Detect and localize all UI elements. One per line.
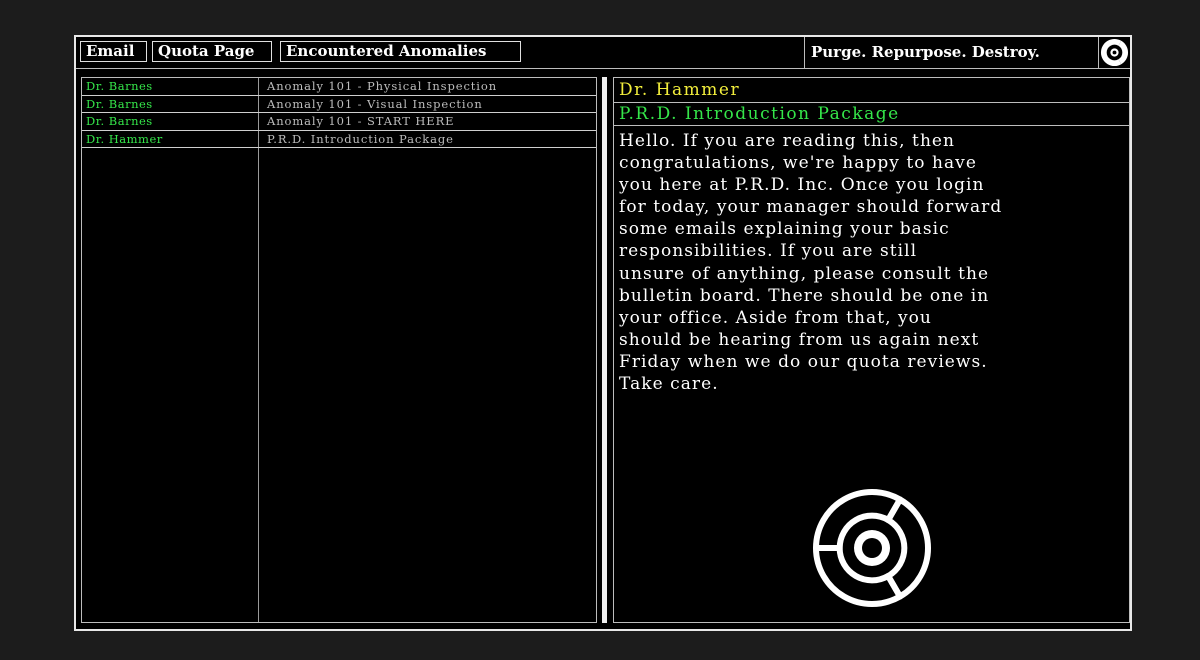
email-sender: Dr. Barnes <box>86 96 153 111</box>
tab-encountered-anomalies[interactable]: Encountered Anomalies <box>280 41 521 62</box>
message-subject: P.R.D. Introduction Package <box>614 103 1129 126</box>
email-subject: Anomaly 101 - Physical Inspection <box>267 79 498 93</box>
message-body: Hello. If you are reading this, then con… <box>619 131 1003 395</box>
message-panel: Dr. Hammer P.R.D. Introduction Package H… <box>613 77 1130 623</box>
message-from: Dr. Hammer <box>614 78 1129 103</box>
tab-email[interactable]: Email <box>80 41 147 62</box>
email-row[interactable]: Dr. Barnes Anomaly 101 - Physical Inspec… <box>82 78 596 96</box>
email-list: Dr. Barnes Anomaly 101 - Physical Inspec… <box>81 77 597 623</box>
radiation-icon <box>1100 39 1129 66</box>
logo-box <box>1098 37 1130 68</box>
terminal-window: Email Quota Page Encountered Anomalies P… <box>74 35 1132 631</box>
email-row[interactable]: Dr. Hammer P.R.D. Introduction Package <box>82 131 596 148</box>
email-row[interactable]: Dr. Barnes Anomaly 101 - START HERE <box>82 113 596 131</box>
column-divider <box>258 78 259 622</box>
company-motto: Purge. Repurpose. Destroy. <box>804 37 1098 68</box>
email-sender: Dr. Barnes <box>86 114 153 128</box>
email-sender: Dr. Hammer <box>86 131 163 146</box>
email-subject: P.R.D. Introduction Package <box>267 131 454 146</box>
email-sender: Dr. Barnes <box>86 79 153 93</box>
email-subject: Anomaly 101 - START HERE <box>267 114 455 128</box>
email-row[interactable]: Dr. Barnes Anomaly 101 - Visual Inspecti… <box>82 96 596 113</box>
radiation-icon <box>812 489 931 607</box>
scrollbar[interactable] <box>602 77 607 623</box>
tab-quota-page[interactable]: Quota Page <box>152 41 272 62</box>
top-bar: Email Quota Page Encountered Anomalies P… <box>76 37 1130 69</box>
email-subject: Anomaly 101 - Visual Inspection <box>267 96 483 111</box>
